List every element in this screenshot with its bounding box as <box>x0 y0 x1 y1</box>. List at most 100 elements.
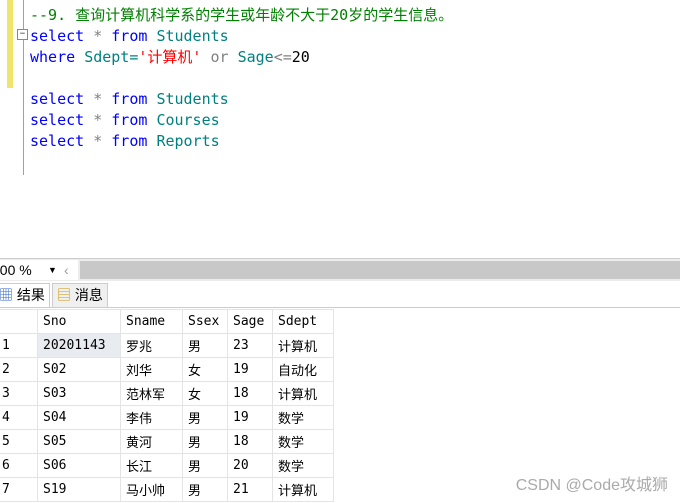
table-cell[interactable]: 计算机 <box>272 477 334 502</box>
row-number[interactable]: 6 <box>0 453 38 478</box>
kw: select <box>30 27 85 45</box>
tab-results[interactable]: ▦ 结果 <box>0 283 50 307</box>
string: '计算机' <box>138 48 202 66</box>
table-cell[interactable]: S06 <box>37 453 121 478</box>
kw: from <box>111 132 148 150</box>
grid-icon: ▦ <box>0 287 13 303</box>
table-cell[interactable]: 数学 <box>272 453 334 478</box>
or: or <box>210 48 229 66</box>
table-cell[interactable]: 李伟 <box>120 405 183 430</box>
table-cell[interactable]: 自动化 <box>272 357 334 382</box>
row-number[interactable]: 4 <box>0 405 38 430</box>
row-number[interactable]: 3 <box>0 381 38 406</box>
row-number[interactable]: 2 <box>0 357 38 382</box>
kw: from <box>111 90 148 108</box>
kw: where <box>30 48 76 66</box>
outline-line <box>23 0 24 175</box>
table-cell[interactable]: S02 <box>37 357 121 382</box>
table-cell[interactable]: 数学 <box>272 429 334 454</box>
table-cell[interactable]: S19 <box>37 477 121 502</box>
table-cell[interactable]: 数学 <box>272 405 334 430</box>
table-cell[interactable]: 19 <box>227 357 273 382</box>
status-bar: 100 % ▼ ‹ <box>0 258 680 281</box>
table-cell[interactable]: 计算机 <box>272 333 334 358</box>
table-cell[interactable]: 刘华 <box>120 357 183 382</box>
change-marker <box>7 0 13 88</box>
row-number[interactable]: 7 <box>0 477 38 502</box>
table: Students <box>156 27 229 45</box>
table-row[interactable]: 3 S03 范林军女 18 计算机 <box>0 381 334 406</box>
collapse-icon[interactable]: − <box>17 29 28 40</box>
code-line: where Sdept='计算机' or Sage<=20 <box>30 47 310 68</box>
num: 20 <box>291 48 310 66</box>
kw: select <box>30 132 85 150</box>
tab-messages[interactable]: ▤ 消息 <box>52 283 108 308</box>
col-header[interactable]: Ssex <box>182 309 228 334</box>
table-cell[interactable]: 男 <box>182 405 228 430</box>
table-row[interactable]: 7 S19 马小帅男 21 计算机 <box>0 477 334 502</box>
table-cell[interactable]: 21 <box>227 477 273 502</box>
table-cell[interactable]: 范林军 <box>120 381 183 406</box>
header-row: Sno Sname Ssex Sage Sdept <box>0 309 334 334</box>
table-cell[interactable]: S05 <box>37 429 121 454</box>
results-tabs: ▦ 结果 ▤ 消息 <box>0 283 680 308</box>
table-cell[interactable]: 马小帅 <box>120 477 183 502</box>
table-row[interactable]: 1 20201143 罗兆男 23 计算机 <box>0 333 334 358</box>
table-row[interactable]: 5 S05 黄河男 18 数学 <box>0 429 334 454</box>
table-cell[interactable]: S04 <box>37 405 121 430</box>
star: * <box>93 27 103 45</box>
row-number[interactable]: 1 <box>0 333 38 358</box>
col-header[interactable]: Sage <box>227 309 273 334</box>
kw: from <box>111 111 148 129</box>
messages-icon: ▤ <box>57 287 71 303</box>
table-row[interactable]: 4 S04 李伟男 19 数学 <box>0 405 334 430</box>
table-row[interactable]: 6 S06 长江男 20 数学 <box>0 453 334 478</box>
table-cell[interactable]: S03 <box>37 381 121 406</box>
comment-line: --9. 查询计算机科学系的学生或年龄不大于20岁的学生信息。 <box>30 6 454 24</box>
table-cell[interactable]: 19 <box>227 405 273 430</box>
table-cell[interactable]: 18 <box>227 429 273 454</box>
table-cell[interactable]: 23 <box>227 333 273 358</box>
col-header[interactable]: Sno <box>37 309 121 334</box>
results-grid: Sno Sname Ssex Sage Sdept 1 20201143 罗兆男 23… <box>0 309 334 502</box>
watermark: CSDN @Code攻城狮 <box>515 477 668 494</box>
table-cell[interactable]: 男 <box>182 453 228 478</box>
tab-label: 消息 <box>74 287 103 303</box>
table-cell[interactable]: 男 <box>182 429 228 454</box>
op: <= <box>273 48 292 66</box>
table-cell[interactable]: 女 <box>182 381 228 406</box>
col-header[interactable]: Sdept <box>272 309 334 334</box>
code-line: select * from Reports <box>30 131 220 152</box>
table-cell[interactable]: 计算机 <box>272 381 334 406</box>
table-row[interactable]: 2 S02 刘华女 19 自动化 <box>0 357 334 382</box>
table: Students <box>156 90 229 108</box>
table-cell[interactable]: 男 <box>182 477 228 502</box>
table: Reports <box>156 132 220 150</box>
table: Courses <box>156 111 220 129</box>
rownum-header <box>0 309 38 334</box>
code-line: select * from Courses <box>30 110 220 131</box>
table-cell[interactable]: 20201143 <box>37 333 121 358</box>
tab-label: 结果 <box>16 287 45 303</box>
horizontal-scrollbar[interactable] <box>80 261 680 279</box>
zoom-select[interactable]: 100 % ▼ ‹ <box>0 260 78 280</box>
table-cell[interactable]: 黄河 <box>120 429 183 454</box>
scroll-left-icon[interactable]: ‹ <box>64 260 69 280</box>
kw: select <box>30 90 85 108</box>
kw: from <box>111 27 148 45</box>
table-cell[interactable]: 男 <box>182 333 228 358</box>
table-cell[interactable]: 18 <box>227 381 273 406</box>
kw: select <box>30 111 85 129</box>
table-cell[interactable]: 罗兆 <box>120 333 183 358</box>
sql-editor[interactable]: − --9. 查询计算机科学系的学生或年龄不大于20岁的学生信息。 select… <box>0 0 680 256</box>
col: Sdept= <box>84 48 139 66</box>
star: * <box>93 111 103 129</box>
col-header[interactable]: Sname <box>120 309 183 334</box>
chevron-down-icon: ▼ <box>48 265 57 275</box>
star: * <box>93 132 103 150</box>
table-cell[interactable]: 20 <box>227 453 273 478</box>
col: Sage <box>237 48 274 66</box>
row-number[interactable]: 5 <box>0 429 38 454</box>
table-cell[interactable]: 长江 <box>120 453 183 478</box>
table-cell[interactable]: 女 <box>182 357 228 382</box>
